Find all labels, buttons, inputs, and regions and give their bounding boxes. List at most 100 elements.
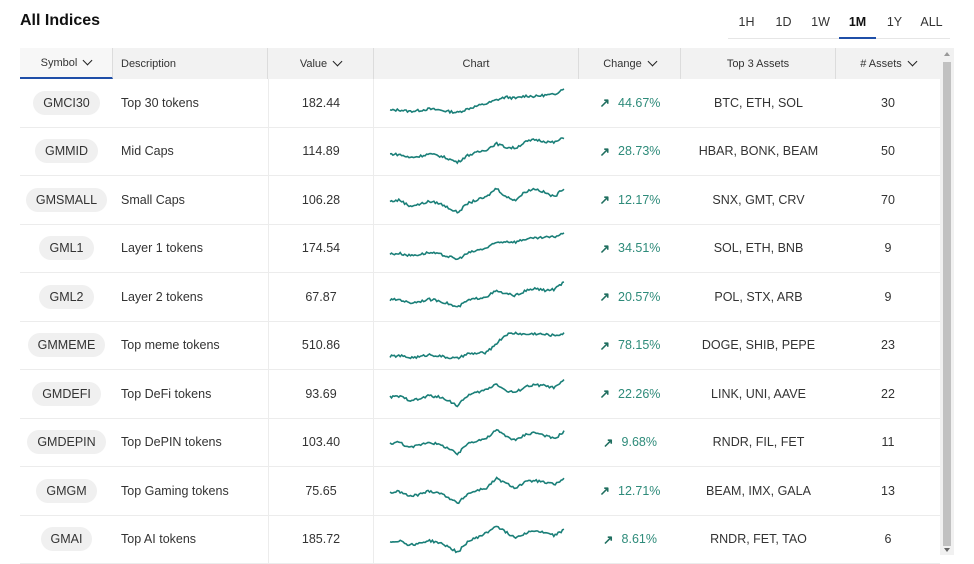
- symbol-cell: GMDEFI: [20, 370, 113, 418]
- sparkline-path: [390, 379, 564, 406]
- table-body: GMCI30 Top 30 tokens182.44 ↗ 44.67% BTC, ETH…: [20, 79, 940, 564]
- change-cell: ↗20.57%: [579, 273, 681, 321]
- top-assets-cell: BTC, ETH, SOL: [681, 79, 836, 127]
- column-label: Value: [300, 58, 327, 70]
- scrollbar[interactable]: [940, 48, 954, 555]
- num-assets-cell: 9: [836, 225, 940, 273]
- column-label: Top 3 Assets: [727, 58, 789, 70]
- symbol-cell: GML1: [20, 225, 113, 273]
- value-cell: 182.44: [268, 79, 374, 127]
- symbol-badge[interactable]: GMDEFI: [32, 382, 101, 406]
- chart-cell: [374, 128, 579, 176]
- change-cell: ↗ 12.71%: [579, 467, 681, 515]
- top-assets-cell: SOL, ETH, BNB: [681, 225, 836, 273]
- chart-cell: [374, 516, 579, 564]
- column-label: Description: [121, 58, 176, 70]
- period-tab-1w[interactable]: 1W: [802, 10, 839, 38]
- table-row[interactable]: GML2Layer 2 tokens67.87↗20.57%POL, STX, …: [20, 273, 940, 322]
- description-cell: Mid Caps: [113, 128, 268, 176]
- chevron-down-icon: [647, 57, 657, 67]
- indices-table: Symbol Description Value Chart Change To…: [20, 48, 940, 564]
- scroll-thumb[interactable]: [943, 62, 951, 546]
- num-assets-cell: 13: [836, 467, 940, 515]
- period-tab-1d[interactable]: 1D: [765, 10, 802, 38]
- num-assets-cell: 6: [836, 516, 940, 564]
- table-row[interactable]: GML1 Layer 1 tokens174.54 ↗ 34.51% SOL, ETH,…: [20, 225, 940, 274]
- num-assets-cell: 9: [836, 273, 940, 321]
- period-tab-all[interactable]: ALL: [913, 10, 950, 38]
- sparkline-path: [390, 282, 564, 307]
- chevron-down-icon: [333, 57, 343, 67]
- scroll-up-arrow-icon[interactable]: [944, 52, 950, 56]
- value-cell: 103.40: [268, 419, 374, 467]
- column-header-chart: Chart: [374, 48, 579, 79]
- scroll-down-arrow-icon[interactable]: [944, 548, 950, 552]
- sparkline-chart: [387, 424, 567, 460]
- table-row[interactable]: GMMIDMid Caps114.89↗28.73%HBAR, BONK, BE…: [20, 128, 940, 177]
- table-row[interactable]: GMMEMETop meme tokens510.86↗78.15%DOGE, …: [20, 322, 940, 371]
- change-cell: ↗ 44.67%: [579, 79, 681, 127]
- symbol-badge[interactable]: GMMEME: [28, 333, 106, 357]
- change-value: 44.67%: [618, 96, 660, 110]
- symbol-cell: GMSMALL: [20, 176, 113, 224]
- sparkline-path: [390, 333, 564, 359]
- chevron-down-icon: [83, 56, 93, 66]
- description-cell: Layer 2 tokens: [113, 273, 268, 321]
- symbol-cell: GMCI30: [20, 79, 113, 127]
- symbol-badge[interactable]: GML1: [39, 236, 93, 260]
- sparkline-path: [390, 89, 564, 113]
- chart-cell: [374, 225, 579, 273]
- description-cell: Layer 1 tokens: [113, 225, 268, 273]
- table-row[interactable]: GMDEFITop DeFi tokens93.69↗22.26%LINK, U…: [20, 370, 940, 419]
- symbol-badge[interactable]: GMAI: [41, 527, 93, 551]
- change-cell: ↗28.73%: [579, 128, 681, 176]
- sparkline-chart: [387, 230, 567, 266]
- change-value: 12.71%: [618, 484, 660, 498]
- num-assets-cell: 70: [836, 176, 940, 224]
- sparkline-chart: [387, 133, 567, 169]
- arrow-up-right-icon: ↗: [600, 241, 610, 256]
- value-cell: 174.54: [268, 225, 374, 273]
- symbol-badge[interactable]: GML2: [39, 285, 93, 309]
- arrow-up-right-icon: ↗: [600, 483, 610, 498]
- table-row[interactable]: GMDEPINTop DePIN tokens103.40↗9.68%RNDR,…: [20, 419, 940, 468]
- change-value: 34.51%: [618, 241, 660, 255]
- column-header-change[interactable]: Change: [579, 48, 681, 79]
- symbol-badge[interactable]: GMDEPIN: [27, 430, 105, 454]
- period-tab-1y[interactable]: 1Y: [876, 10, 913, 38]
- column-header-value[interactable]: Value: [268, 48, 374, 79]
- symbol-badge[interactable]: GMCI30: [33, 91, 100, 115]
- top-assets-cell: BEAM, IMX, GALA: [681, 467, 836, 515]
- symbol-badge[interactable]: GMSMALL: [26, 188, 107, 212]
- change-cell: ↗12.17%: [579, 176, 681, 224]
- description-cell: Top DePIN tokens: [113, 419, 268, 467]
- column-header-symbol[interactable]: Symbol: [20, 48, 113, 79]
- value-cell: 67.87: [268, 273, 374, 321]
- arrow-up-right-icon: ↗: [603, 435, 613, 450]
- column-header-num-assets[interactable]: # Assets: [836, 48, 940, 79]
- symbol-badge[interactable]: GMGM: [36, 479, 96, 503]
- change-cell: ↗78.15%: [579, 322, 681, 370]
- table-row[interactable]: GMCI30 Top 30 tokens182.44 ↗ 44.67% BTC, ETH…: [20, 79, 940, 128]
- sparkline-chart: [387, 473, 567, 509]
- chart-cell: [374, 467, 579, 515]
- sparkline-path: [390, 188, 564, 212]
- change-value: 22.26%: [618, 387, 660, 401]
- arrow-up-right-icon: ↗: [600, 95, 610, 110]
- sparkline-path: [390, 430, 564, 455]
- value-cell: 510.86: [268, 322, 374, 370]
- description-cell: Top 30 tokens: [113, 79, 268, 127]
- sparkline-chart: [387, 376, 567, 412]
- arrow-up-right-icon: ↗: [600, 386, 610, 401]
- sparkline-path: [390, 527, 564, 553]
- value-cell: 75.65: [268, 467, 374, 515]
- change-value: 9.68%: [622, 435, 657, 449]
- period-tab-1h[interactable]: 1H: [728, 10, 765, 38]
- period-tab-1m[interactable]: 1M: [839, 10, 876, 38]
- table-row[interactable]: GMSMALLSmall Caps106.28↗12.17%SNX, GMT, …: [20, 176, 940, 225]
- top-assets-cell: SNX, GMT, CRV: [681, 176, 836, 224]
- symbol-badge[interactable]: GMMID: [35, 139, 98, 163]
- change-cell: ↗ 22.26%: [579, 370, 681, 418]
- value-cell: 106.28: [268, 176, 374, 224]
- table-row[interactable]: GMGMTop Gaming tokens75.65↗12.71%BEAM, I…: [20, 467, 940, 516]
